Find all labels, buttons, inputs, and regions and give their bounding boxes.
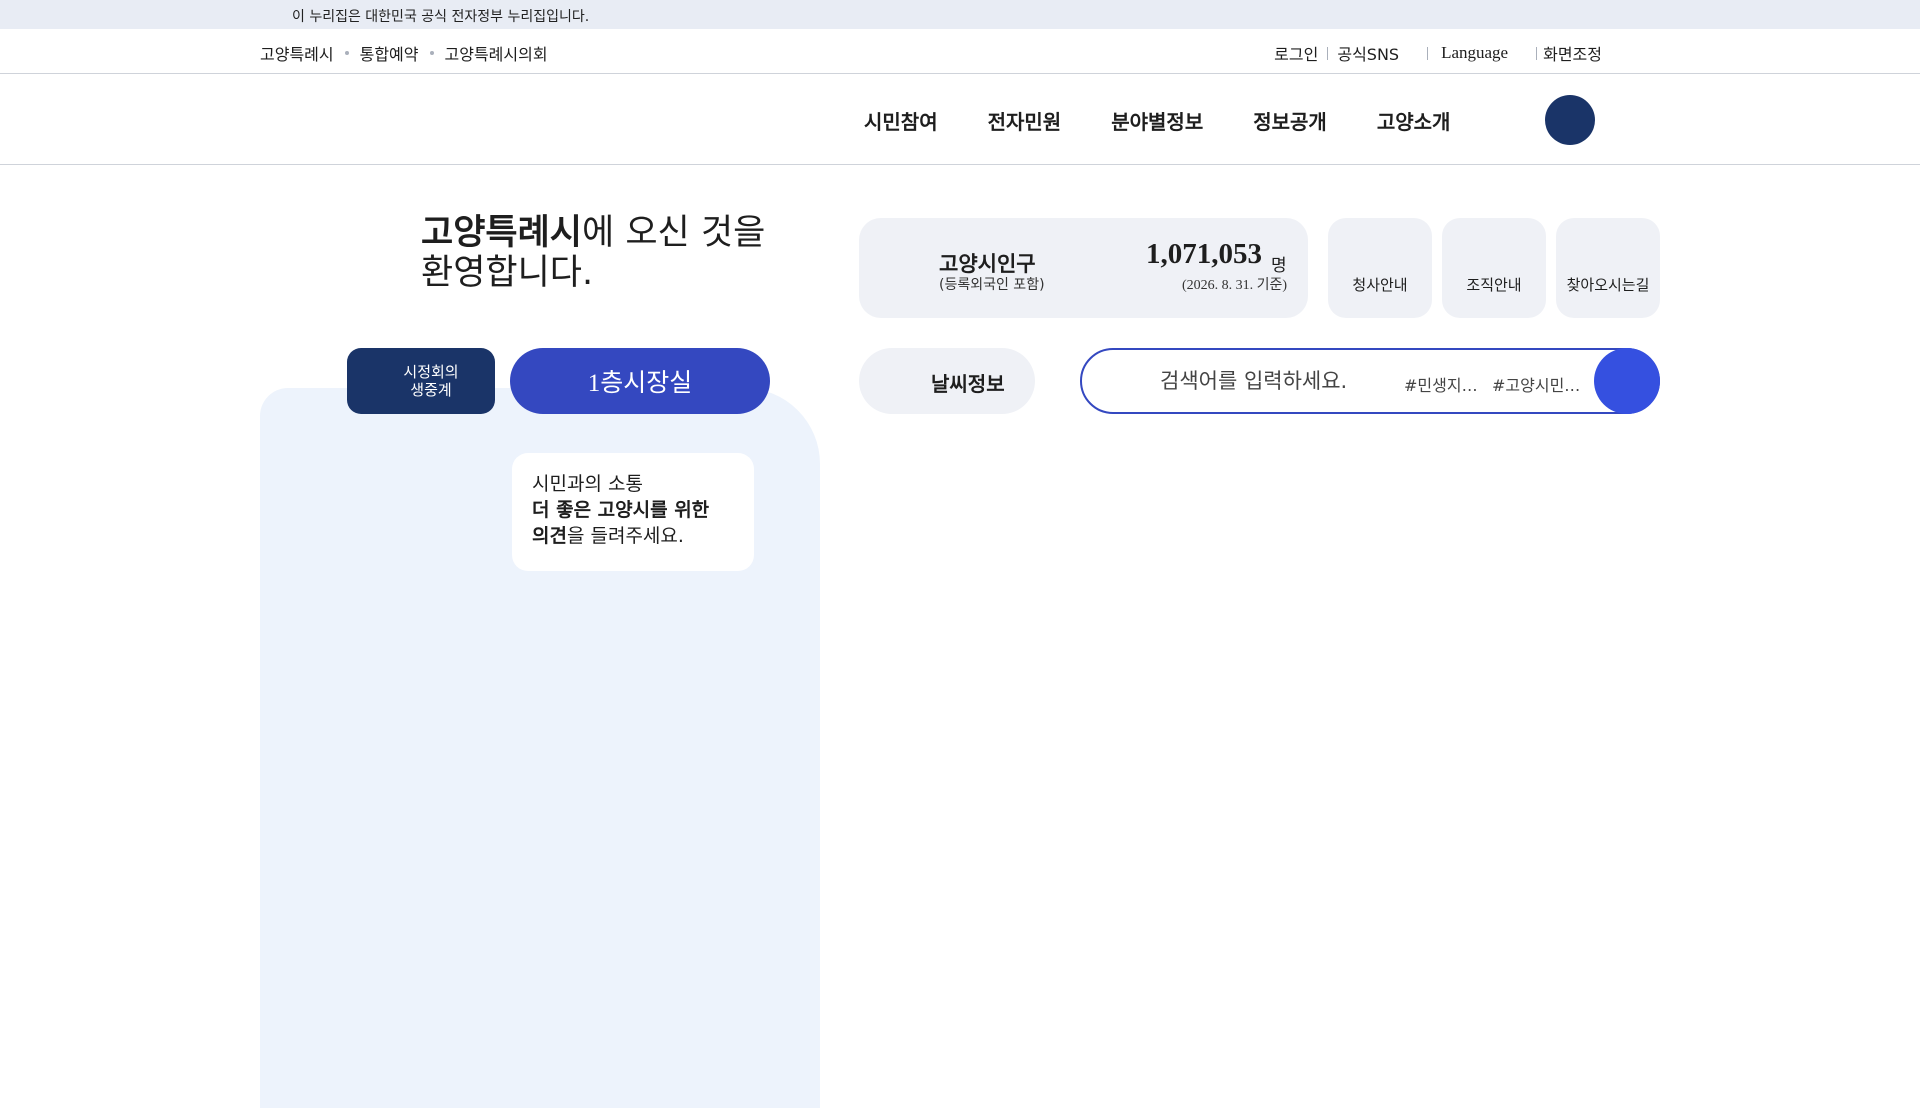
separator xyxy=(1427,46,1429,60)
quick-link-label: 청사안내 xyxy=(1352,276,1408,294)
quick-link-label: 찾아오시는길 xyxy=(1566,276,1650,294)
login-link[interactable]: 로그인 xyxy=(1274,41,1318,65)
all-menu-button[interactable] xyxy=(1545,95,1595,145)
link-integrated-reservation[interactable]: 통합예약 xyxy=(360,41,419,65)
welcome-line2: 환영합니다. xyxy=(421,253,594,293)
quick-link-office-guide[interactable]: 청사안내 xyxy=(1328,218,1432,318)
council-tab-line2: 생중계 xyxy=(410,381,452,399)
zoom-link[interactable]: 화면조정 xyxy=(1543,41,1602,65)
nav-info-disclosure[interactable]: 정보공개 xyxy=(1253,106,1327,135)
search-box: #민생지… #고양시민… xyxy=(1080,348,1660,414)
population-card: 고양시인구 (등록외국인 포함) 1,071,053 명 (2026. 8. 3… xyxy=(859,218,1308,318)
language-link[interactable]: Language xyxy=(1441,43,1508,63)
gov-banner-text: 이 누리집은 대한민국 공식 전자정부 누리집입니다. xyxy=(292,9,590,25)
dot-separator xyxy=(429,51,434,55)
welcome-heading: 고양특례시에 오신 것을 환영합니다. xyxy=(421,213,765,293)
population-unit: 명 xyxy=(1271,256,1287,276)
gov-banner: 이 누리집은 대한민국 공식 전자정부 누리집입니다. xyxy=(0,0,1920,29)
utility-bar: 고양특례시 통합예약 고양특례시의회 로그인 공식SNS Language 화면… xyxy=(0,29,1920,74)
main-navigation: 시민참여 전자민원 분야별정보 정보공개 고양소개 xyxy=(0,74,1920,165)
quick-link-organization[interactable]: 조직안내 xyxy=(1442,218,1546,318)
population-value: 1,071,053 xyxy=(1146,238,1262,270)
quick-link-label: 조직안내 xyxy=(1466,276,1522,294)
bubble-line2: 더 좋은 고양시를 위한 xyxy=(532,499,710,521)
utility-links: 로그인 공식SNS Language 화면조정 xyxy=(1274,41,1602,65)
gnb-menu: 시민참여 전자민원 분야별정보 정보공개 고양소개 xyxy=(864,106,1500,135)
speech-bubble: 시민과의 소통 더 좋은 고양시를 위한 의견을 들려주세요. xyxy=(512,453,754,571)
population-date: (2026. 8. 31. 기준) xyxy=(1182,278,1288,293)
bubble-line3-rest: 을 들려주세요. xyxy=(566,525,684,547)
link-city-council[interactable]: 고양특례시의회 xyxy=(445,41,548,65)
search-button[interactable] xyxy=(1594,348,1660,414)
dot-separator xyxy=(344,51,349,55)
welcome-line1-rest: 에 오신 것을 xyxy=(582,213,766,253)
search-input[interactable] xyxy=(1158,368,1362,394)
mayor-room-label: 1층시장실 xyxy=(587,370,693,397)
weather-button[interactable]: 날씨정보 xyxy=(859,348,1035,414)
sns-link[interactable]: 공식SNS xyxy=(1337,41,1399,65)
search-tag[interactable]: #고양시민… xyxy=(1492,372,1580,396)
council-tab-line1: 시정회의 xyxy=(403,363,459,381)
welcome-city-name: 고양특례시 xyxy=(421,213,583,253)
council-live-tab[interactable]: 시정회의 생중계 xyxy=(347,348,495,414)
nav-e-civil-service[interactable]: 전자민원 xyxy=(988,106,1062,135)
nav-citizen-participation[interactable]: 시민참여 xyxy=(864,106,938,135)
bubble-line1: 시민과의 소통 xyxy=(532,473,643,495)
family-links: 고양특례시 통합예약 고양특례시의회 xyxy=(260,41,548,65)
nav-field-info[interactable]: 분야별정보 xyxy=(1111,106,1203,135)
separator xyxy=(1327,46,1329,60)
link-goyang-city[interactable]: 고양특례시 xyxy=(260,41,334,65)
separator xyxy=(1536,46,1538,60)
population-subtitle: (등록외국인 포함) xyxy=(939,277,1045,293)
mayor-room-tab[interactable]: 1층시장실 xyxy=(510,348,770,414)
weather-label: 날씨정보 xyxy=(931,372,1005,396)
nav-goyang-intro[interactable]: 고양소개 xyxy=(1377,106,1451,135)
search-tag[interactable]: #민생지… xyxy=(1404,372,1478,396)
bubble-line3-bold: 의견 xyxy=(532,525,567,547)
quick-link-directions[interactable]: 찾아오시는길 xyxy=(1556,218,1660,318)
